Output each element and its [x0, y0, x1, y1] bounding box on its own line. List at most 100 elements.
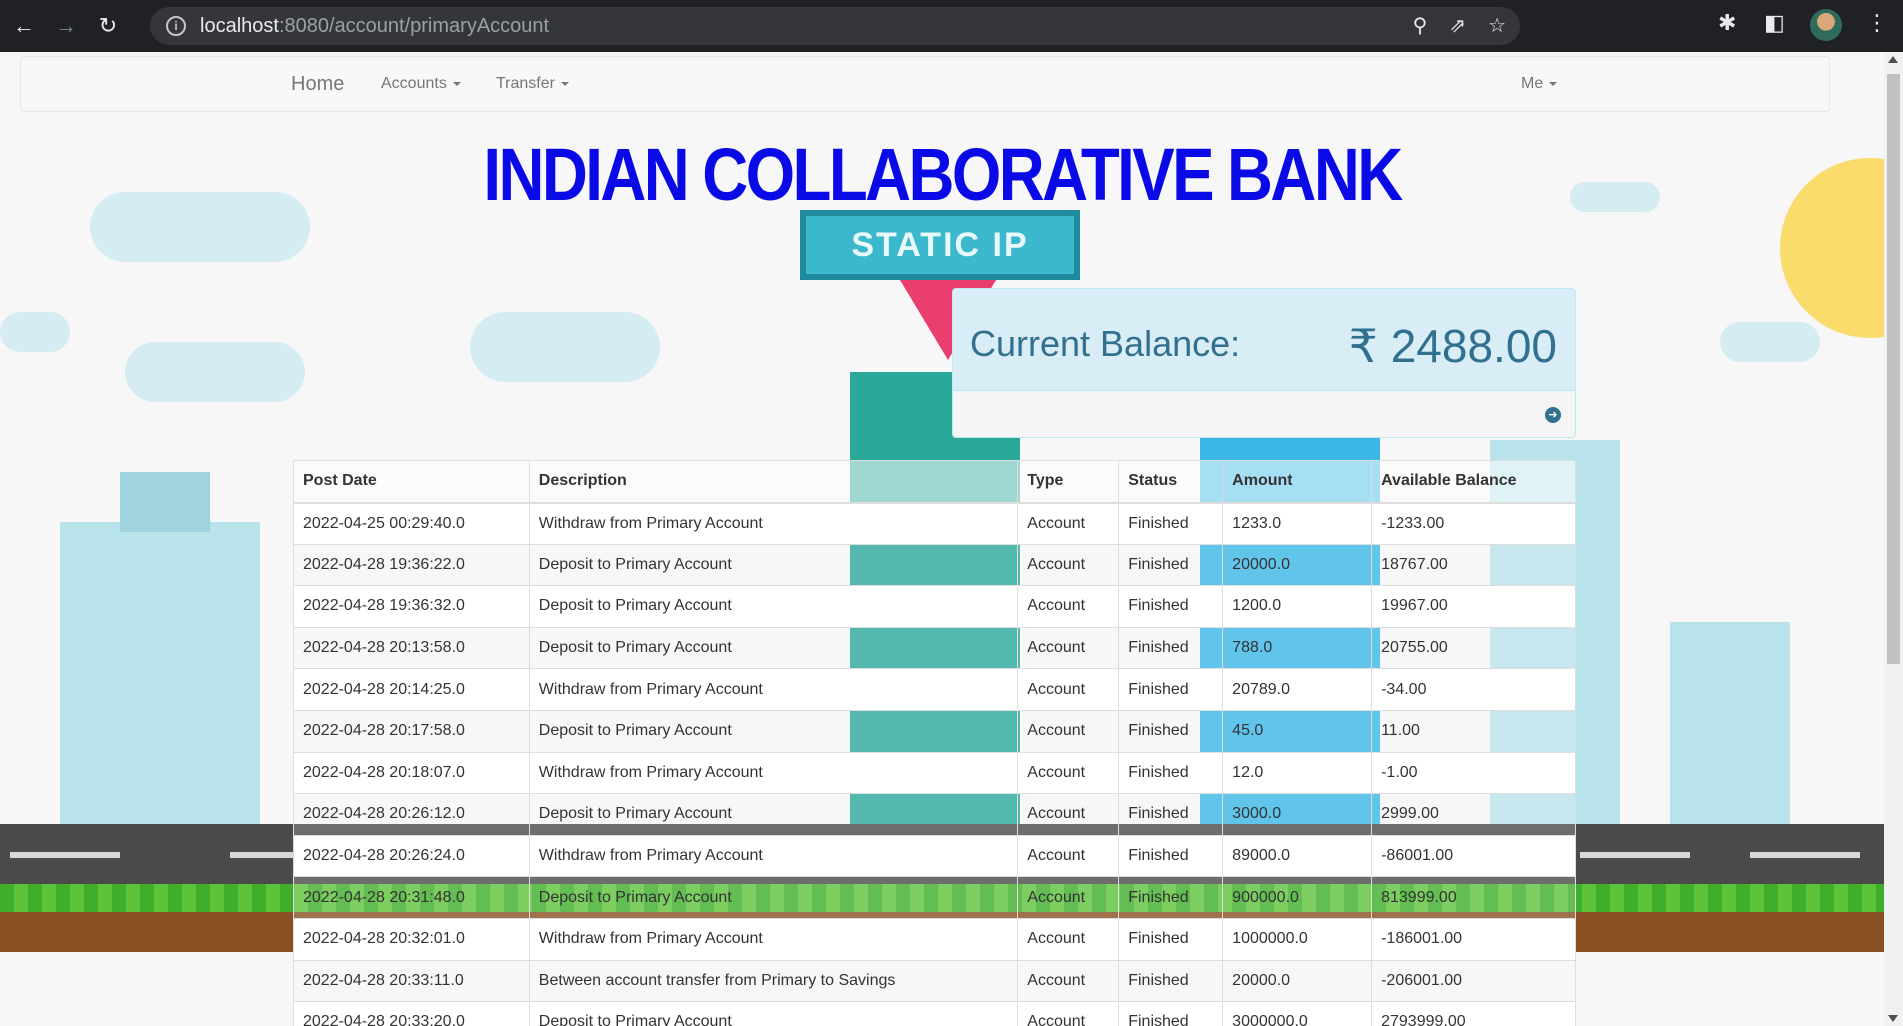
cell-post-date: 2022-04-28 19:36:32.0 [293, 585, 530, 628]
building [120, 472, 210, 532]
cell-type: Account [1017, 917, 1120, 961]
cell-type: Account [1017, 1001, 1120, 1026]
table-row: 2022-04-28 20:33:20.0 Deposit to Primary … [293, 1001, 1576, 1026]
nav-home[interactable]: Home [291, 73, 344, 96]
nav-accounts-dropdown[interactable]: Accounts [381, 75, 461, 93]
cell-status: Finished [1118, 668, 1224, 711]
cell-post-date: 2022-04-28 20:31:48.0 [293, 876, 530, 919]
table-row: 2022-04-25 00:29:40.0 Withdraw from Prima… [293, 502, 1576, 545]
cell-status: Finished [1118, 876, 1224, 919]
extensions-icon[interactable]: ✱ [1718, 10, 1736, 36]
column-header-post-date: Post Date [293, 460, 530, 504]
table-row: 2022-04-28 20:18:07.0 Withdraw from Prima… [293, 751, 1576, 795]
cell-status: Finished [1118, 834, 1224, 878]
cell-amount: 20789.0 [1222, 668, 1373, 711]
cell-post-date: 2022-04-28 20:33:11.0 [293, 959, 530, 1003]
bookmark-star-icon[interactable]: ☆ [1488, 13, 1506, 38]
table-row: 2022-04-28 20:31:48.0 Deposit to Primary … [293, 876, 1576, 919]
cell-status: Finished [1118, 959, 1224, 1003]
cell-amount: 1233.0 [1222, 502, 1373, 545]
cell-available-balance: 813999.00 [1371, 876, 1576, 919]
balance-amount: ₹ 2488.00 [1348, 320, 1557, 372]
back-icon[interactable]: ← [6, 8, 42, 44]
cell-post-date: 2022-04-28 20:33:20.0 [293, 1001, 530, 1026]
table-row: 2022-04-28 20:13:58.0 Deposit to Primary … [293, 626, 1576, 670]
scroll-down-icon[interactable] [1888, 1015, 1898, 1022]
scroll-up-icon[interactable] [1888, 56, 1898, 63]
cell-post-date: 2022-04-28 20:18:07.0 [293, 751, 530, 795]
column-header-available-balance: Available Balance [1371, 460, 1576, 504]
cell-description: Deposit to Primary Account [528, 876, 1019, 919]
cell-type: Account [1017, 751, 1120, 795]
zoom-icon[interactable]: ⚲ [1413, 13, 1428, 38]
cell-amount: 12.0 [1222, 751, 1373, 795]
building [60, 522, 260, 824]
static-ip-sign: STATIC IP [800, 210, 1080, 280]
table-row: 2022-04-28 19:36:22.0 Deposit to Primary … [293, 543, 1576, 587]
cell-description: Withdraw from Primary Account [528, 668, 1019, 711]
cell-description: Deposit to Primary Account [528, 626, 1019, 670]
site-info-icon[interactable]: i [166, 16, 186, 36]
cell-post-date: 2022-04-28 20:26:12.0 [293, 793, 530, 836]
building [1670, 622, 1790, 824]
table-row: 2022-04-28 20:32:01.0 Withdraw from Prima… [293, 917, 1576, 961]
cell-type: Account [1017, 793, 1120, 836]
share-icon[interactable]: ⇗ [1449, 13, 1466, 38]
arrow-right-circle-icon[interactable]: ➜ [1545, 407, 1561, 423]
cell-available-balance: 20755.00 [1371, 626, 1576, 670]
cell-type: Account [1017, 585, 1120, 628]
table-header-row: Post Date Description Type Status Amount Avai… [293, 460, 1576, 504]
cell-description: Deposit to Primary Account [528, 709, 1019, 753]
side-panel-icon[interactable]: ◧ [1764, 10, 1785, 36]
cell-available-balance: 2999.00 [1371, 793, 1576, 836]
reload-icon[interactable]: ↻ [90, 8, 126, 44]
browser-toolbar: ← → ↻ i localhost:8080/account/primaryAc… [0, 0, 1903, 52]
cell-status: Finished [1118, 751, 1224, 795]
forward-icon[interactable]: → [48, 8, 84, 44]
cell-amount: 1000000.0 [1222, 917, 1373, 961]
cell-available-balance: 11.00 [1371, 709, 1576, 753]
cell-status: Finished [1118, 793, 1224, 836]
cell-post-date: 2022-04-28 20:26:24.0 [293, 834, 530, 878]
cell-status: Finished [1118, 626, 1224, 670]
cell-description: Withdraw from Primary Account [528, 917, 1019, 961]
balance-panel-heading: Current Balance: ₹ 2488.00 [953, 289, 1575, 391]
address-bar[interactable]: i localhost:8080/account/primaryAccount … [150, 7, 1520, 45]
table-row: 2022-04-28 20:26:24.0 Withdraw from Prima… [293, 834, 1576, 878]
cell-amount: 900000.0 [1222, 876, 1373, 919]
cell-description: Between account transfer from Primary to… [528, 959, 1019, 1003]
cell-type: Account [1017, 834, 1120, 878]
profile-avatar[interactable] [1810, 9, 1842, 41]
sun [1780, 158, 1884, 338]
cell-description: Withdraw from Primary Account [528, 834, 1019, 878]
cell-type: Account [1017, 959, 1120, 1003]
cell-amount: 89000.0 [1222, 834, 1373, 878]
browser-menu-icon[interactable]: ⋮ [1866, 10, 1888, 36]
cell-type: Account [1017, 876, 1120, 919]
page-scrollbar[interactable] [1884, 52, 1903, 1026]
cell-available-balance: -186001.00 [1371, 917, 1576, 961]
cloud [470, 312, 660, 382]
cloud [1720, 322, 1820, 362]
cell-amount: 3000.0 [1222, 793, 1373, 836]
page-viewport: STATIC IP Home Accounts Transfer Me INDI… [0, 52, 1884, 1026]
bank-title: INDIAN COLLABORATIVE BANK [483, 133, 1403, 216]
cell-type: Account [1017, 668, 1120, 711]
cell-amount: 788.0 [1222, 626, 1373, 670]
column-header-type: Type [1017, 460, 1120, 504]
cell-available-balance: 19967.00 [1371, 585, 1576, 628]
nav-me-dropdown[interactable]: Me [1521, 75, 1558, 93]
cell-status: Finished [1118, 917, 1224, 961]
nav-transfer-dropdown[interactable]: Transfer [496, 75, 569, 93]
top-navbar: Home Accounts Transfer Me [20, 56, 1830, 112]
cell-available-balance: -86001.00 [1371, 834, 1576, 878]
table-row: 2022-04-28 20:17:58.0 Deposit to Primary … [293, 709, 1576, 753]
column-header-status: Status [1118, 460, 1224, 504]
url-path: :8080/account/primaryAccount [278, 14, 550, 37]
cell-status: Finished [1118, 709, 1224, 753]
cell-amount: 45.0 [1222, 709, 1373, 753]
scrollbar-thumb[interactable] [1887, 74, 1900, 664]
cloud [125, 342, 305, 402]
table-row: 2022-04-28 20:14:25.0 Withdraw from Prima… [293, 668, 1576, 711]
current-balance-panel: Current Balance: ₹ 2488.00 ➜ [952, 288, 1576, 438]
